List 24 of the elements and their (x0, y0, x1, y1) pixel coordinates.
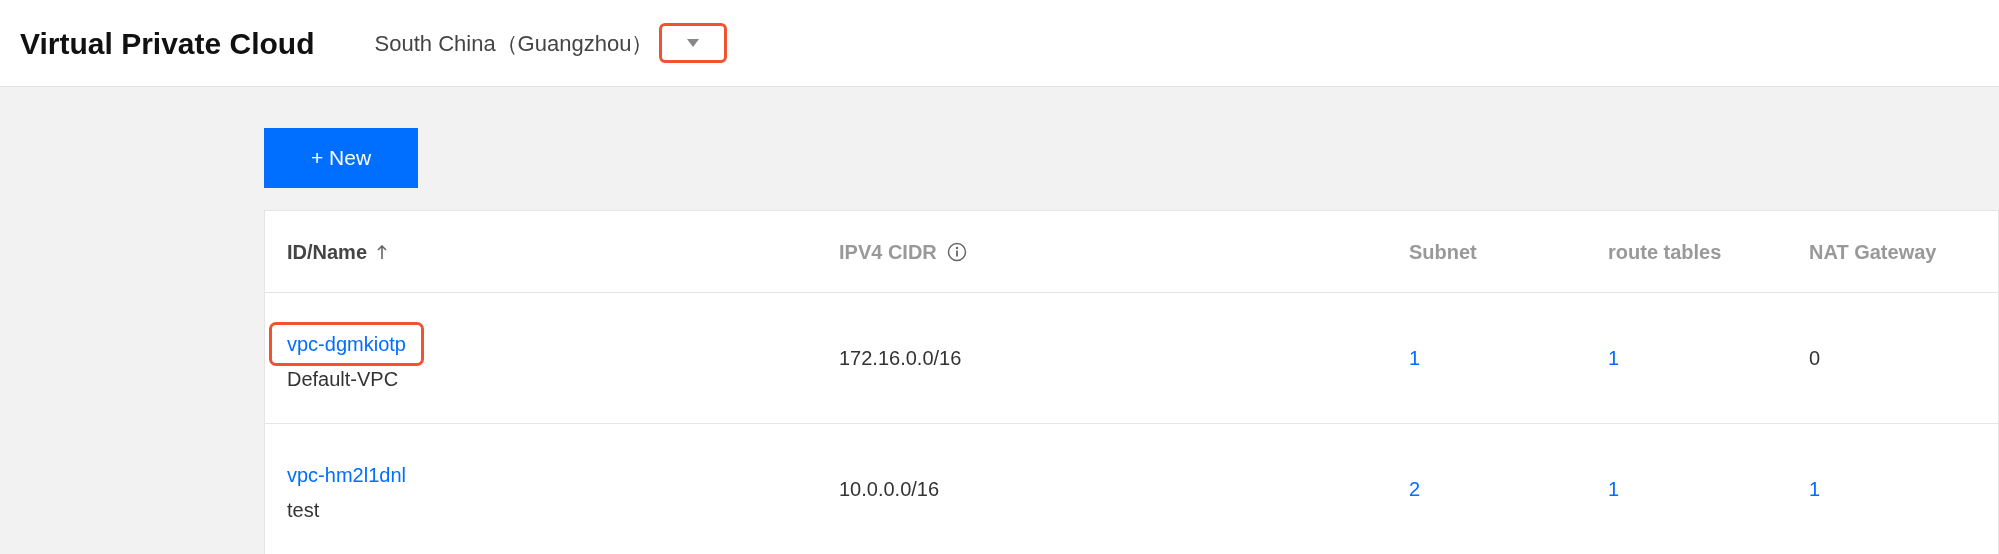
info-icon[interactable] (946, 241, 967, 262)
column-header: NAT Gateway (1809, 239, 1937, 265)
sort-arrow-icon[interactable] (377, 244, 388, 259)
vpc-name: test (286, 498, 320, 523)
count-link[interactable]: 1 (1409, 347, 1421, 369)
region-dropdown[interactable] (659, 23, 728, 63)
column-header: route tables (1608, 239, 1722, 265)
column-header: ID/Name (287, 239, 368, 265)
new-button[interactable]: + New (264, 128, 418, 188)
vpc-name: Default-VPC (286, 367, 399, 392)
count-link[interactable]: 1 (1809, 478, 1821, 500)
vpc-id-link[interactable]: vpc-hm2l1dnl (269, 453, 424, 497)
region-label: South China（Guangzhou） (374, 29, 654, 58)
column-header: Subnet (1409, 239, 1477, 265)
count-link[interactable]: 1 (1608, 478, 1620, 500)
cidr-text: 10.0.0.0/16 (839, 478, 940, 500)
count-link[interactable]: 2 (1409, 478, 1421, 500)
cidr-text: 172.16.0.0/16 (839, 347, 962, 369)
count-text: 0 (1809, 347, 1821, 369)
column-header: IPV4 CIDR (839, 239, 937, 265)
caret-icon (687, 39, 700, 47)
count-link[interactable]: 1 (1608, 347, 1620, 369)
vpc-id-link[interactable]: vpc-dgmkiotp (269, 322, 424, 366)
page-title: Virtual Private Cloud (20, 25, 315, 62)
